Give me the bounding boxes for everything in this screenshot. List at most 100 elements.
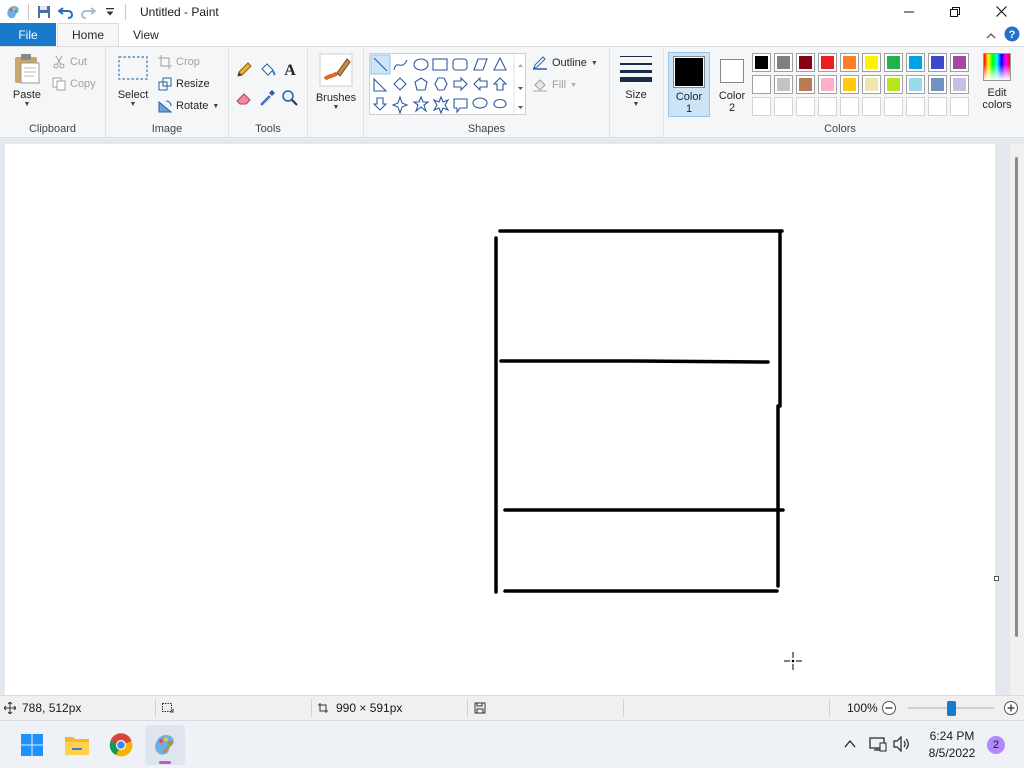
canvas-workspace [0,139,1024,695]
brushes-button[interactable]: Brushes ▼ [313,53,359,111]
shapes-group-label: Shapes [467,123,506,135]
color2-button[interactable]: Color 2 [712,52,752,117]
taskbar-paint[interactable] [145,725,185,765]
palette-empty-swatch[interactable] [862,97,881,116]
cut-button[interactable]: Cut [52,53,87,71]
resize-button[interactable]: Resize [158,75,210,93]
taskbar-chrome[interactable] [101,725,141,765]
palette-empty-swatch[interactable] [752,97,771,116]
start-button[interactable] [12,725,52,765]
palette-swatch[interactable] [818,53,837,72]
crop-icon [158,55,172,69]
palette-swatch[interactable] [840,53,859,72]
taskbar-file-explorer[interactable] [57,725,97,765]
color1-button[interactable]: Color 1 [668,52,710,117]
zoom-slider[interactable] [908,701,994,716]
palette-swatch[interactable] [862,53,881,72]
close-button[interactable] [978,0,1024,23]
vertical-scrollbar[interactable] [1010,144,1024,695]
crop-button[interactable]: Crop [158,53,200,71]
minimize-button[interactable] [886,0,932,23]
palette-swatch[interactable] [818,75,837,94]
palette-swatch[interactable] [774,53,793,72]
tab-file[interactable]: File [0,23,56,46]
selection-size-icon [162,703,174,713]
palette-swatch[interactable] [928,53,947,72]
color-palette [752,53,976,117]
minimize-ribbon-icon[interactable] [986,29,996,43]
show-hidden-icons[interactable] [843,737,857,754]
rotate-button[interactable]: Rotate ▼ [158,97,219,115]
size-button[interactable]: Size ▼ [616,55,656,108]
edit-colors-label-line1: Edit [987,87,1007,99]
cursor-position: 788, 512px [4,696,81,720]
pencil-tool[interactable] [235,61,255,81]
fill-tool[interactable] [258,61,278,81]
palette-swatch[interactable] [796,53,815,72]
pencil-icon [237,62,252,77]
palette-empty-swatch[interactable] [796,97,815,116]
volume-icon[interactable] [893,735,911,755]
palette-empty-swatch[interactable] [906,97,925,116]
canvas-resize-handle[interactable] [994,576,999,581]
palette-swatch[interactable] [950,75,969,94]
palette-swatch[interactable] [862,75,881,94]
save-icon[interactable] [33,1,55,23]
canvas-size: 990 × 591px [317,696,402,720]
palette-swatch[interactable] [884,75,903,94]
palette-empty-swatch[interactable] [950,97,969,116]
palette-swatch[interactable] [950,53,969,72]
vertical-scrollbar-thumb[interactable] [1015,157,1018,637]
palette-empty-swatch[interactable] [928,97,947,116]
swatch-color [865,100,878,113]
palette-empty-swatch[interactable] [818,97,837,116]
eraser-tool[interactable] [235,89,255,109]
drawing-canvas[interactable] [5,144,995,695]
palette-swatch[interactable] [928,75,947,94]
status-divider [155,699,156,717]
tab-home[interactable]: Home [57,23,120,46]
color-spectrum-icon [983,53,1011,81]
system-clock[interactable]: 6:24 PM 8/5/2022 [920,728,984,762]
palette-empty-swatch[interactable] [774,97,793,116]
palette-swatch[interactable] [884,53,903,72]
palette-swatch[interactable] [774,75,793,94]
zoom-in-button[interactable] [1003,696,1019,720]
zoom-slider-thumb[interactable] [947,701,956,716]
status-divider [623,699,624,717]
edit-colors-button[interactable]: Edit colors [974,53,1020,111]
fill-button[interactable]: Fill ▼ [532,76,577,94]
color-picker-tool[interactable] [258,89,278,109]
swatch-color [799,78,812,91]
magnifier-icon [282,90,298,106]
redo-icon[interactable] [77,1,99,23]
undo-icon[interactable] [55,1,77,23]
palette-swatch[interactable] [752,53,771,72]
resize-icon [158,77,172,91]
palette-swatch[interactable] [906,53,925,72]
tab-view[interactable]: View [119,23,173,46]
help-icon[interactable]: ? [1004,26,1020,45]
copy-button[interactable]: Copy [52,75,96,93]
palette-swatch[interactable] [906,75,925,94]
zoom-level: 100% [847,696,878,720]
palette-swatch[interactable] [796,75,815,94]
palette-empty-swatch[interactable] [884,97,903,116]
notification-badge[interactable]: 2 [987,736,1005,754]
palette-swatch[interactable] [752,75,771,94]
select-button[interactable]: Select ▼ [114,55,152,108]
customize-qat-icon[interactable] [99,1,121,23]
text-tool[interactable]: A [281,60,301,80]
palette-empty-swatch[interactable] [840,97,859,116]
restore-button[interactable] [932,0,978,23]
quick-access-toolbar [0,0,130,23]
network-icon[interactable] [869,736,887,755]
paste-button[interactable]: Paste ▼ [8,53,46,108]
magnifier-tool[interactable] [281,89,301,109]
paint-app-icon[interactable] [2,1,24,23]
swatch-color [931,100,944,113]
outline-button[interactable]: Outline ▼ [532,54,598,72]
zoom-out-button[interactable] [881,696,897,720]
colors-group-label: Colors [824,123,856,135]
palette-swatch[interactable] [840,75,859,94]
